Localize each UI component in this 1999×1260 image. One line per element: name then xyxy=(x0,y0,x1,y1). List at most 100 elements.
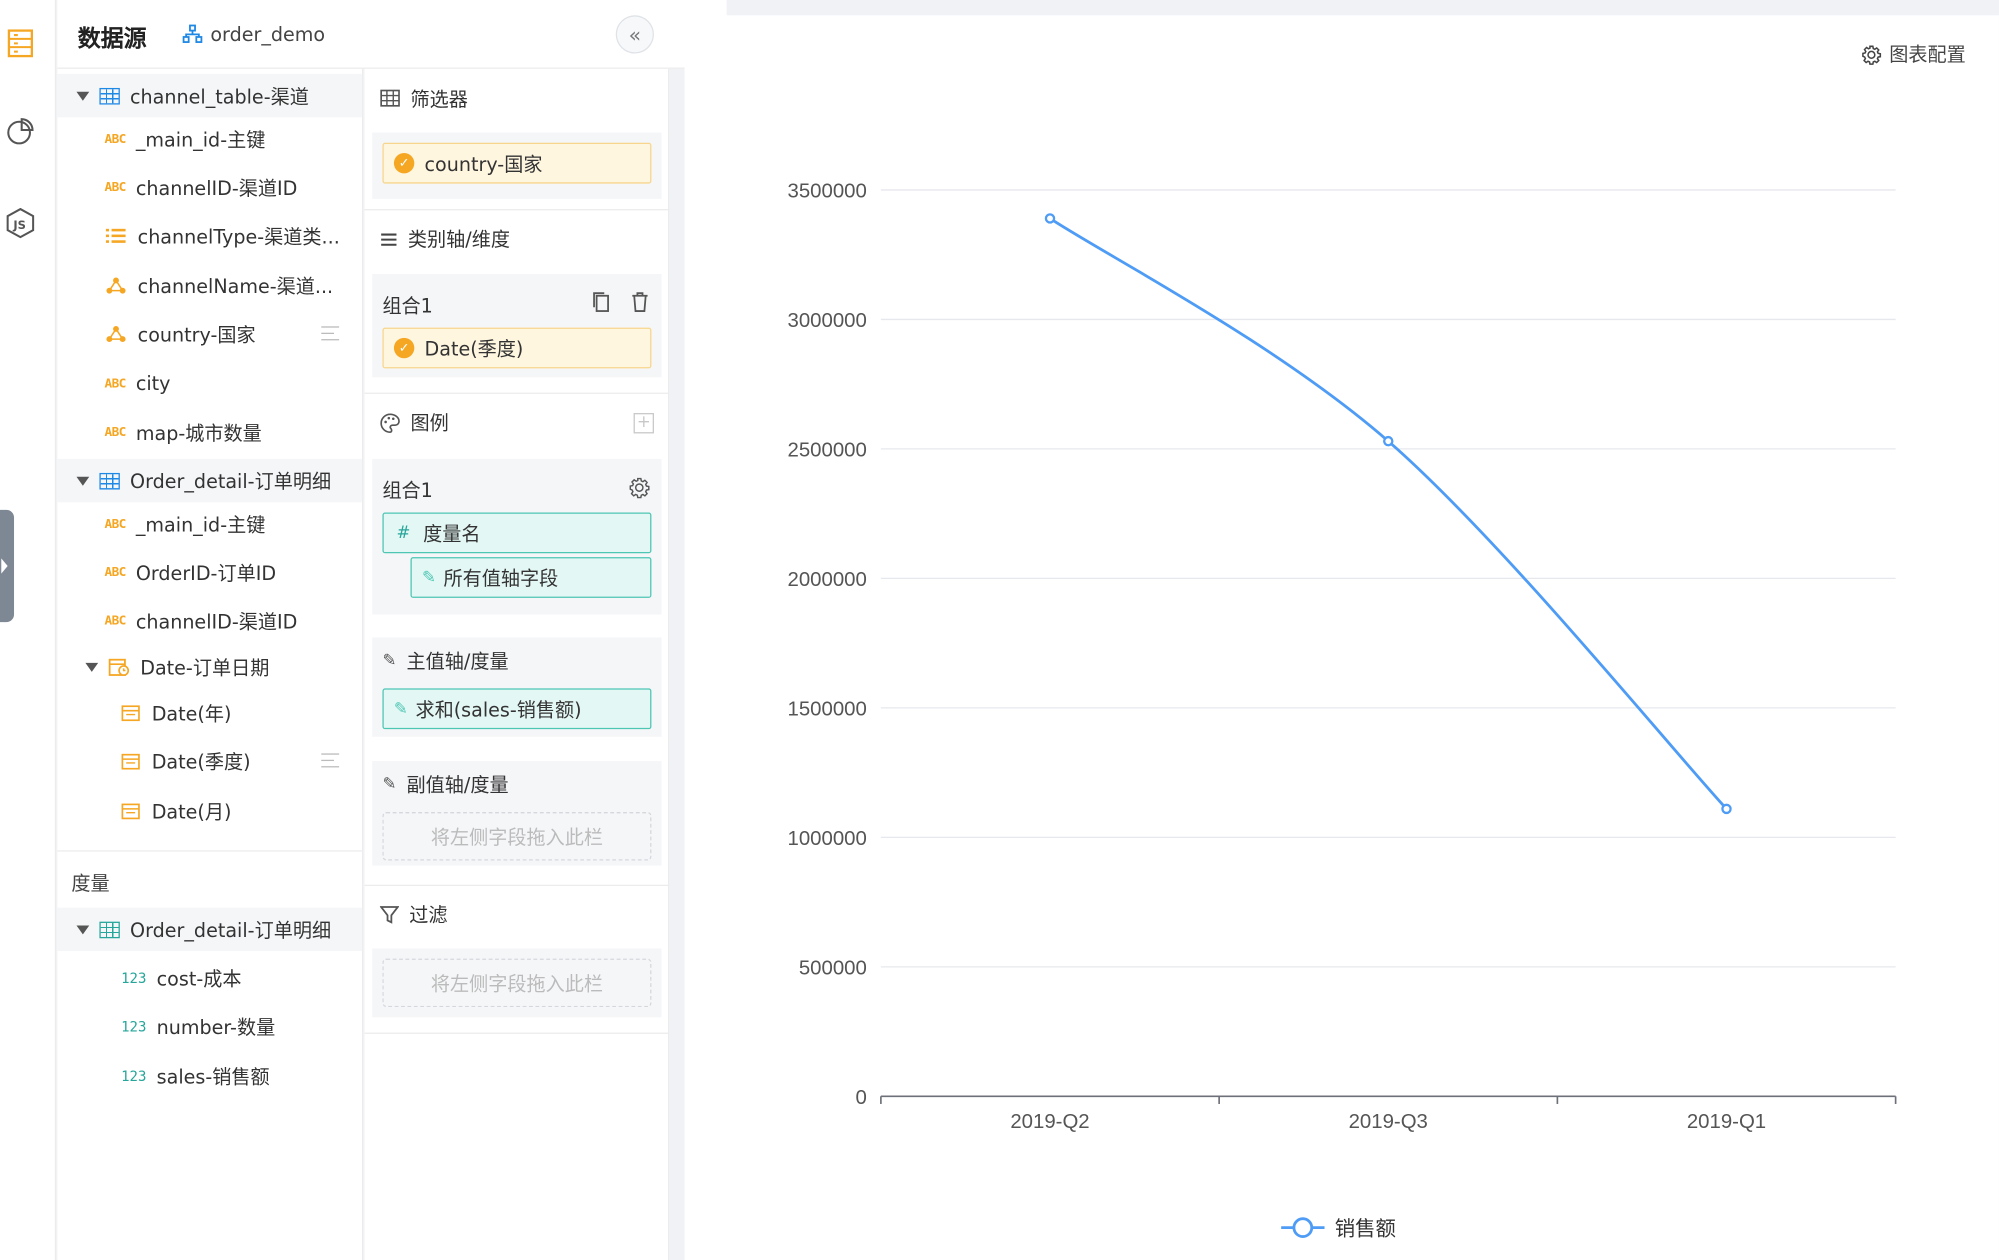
field-row[interactable]: ABC city xyxy=(57,362,362,405)
field-row[interactable]: ABC OrderID-订单ID xyxy=(57,551,362,594)
number-field-icon: 123 xyxy=(121,969,147,987)
calendar-clock-icon xyxy=(108,658,130,676)
pie-chart-icon[interactable] xyxy=(6,117,34,145)
hash-icon: # xyxy=(396,523,411,543)
date-group-row[interactable]: Date-订单日期 xyxy=(57,645,362,688)
legend-circle-marker xyxy=(1292,1217,1314,1238)
legend-group-label: 组合1 xyxy=(382,479,433,503)
gear-icon[interactable] xyxy=(628,477,650,499)
field-label: channel_table-渠道 xyxy=(130,84,309,108)
y-tick-label: 2500000 xyxy=(788,440,867,462)
text-field-icon: ABC xyxy=(104,425,127,440)
filter2-section-header: 过滤 xyxy=(364,884,670,944)
add-icon[interactable]: + xyxy=(633,413,654,434)
svg-text:JS: JS xyxy=(12,218,26,232)
calendar-icon xyxy=(121,705,140,722)
datasource-panel: 数据源 order_demo « channel_table-渠道 ABC _mai… xyxy=(57,0,727,1260)
category-group-label: 组合1 xyxy=(382,294,433,318)
filter-block: ✓ country-国家 xyxy=(372,132,662,199)
measure-field-row[interactable]: 123 cost-成本 xyxy=(57,956,362,999)
field-label: _main_id-主键 xyxy=(135,513,266,537)
copy-icon[interactable] xyxy=(593,292,611,312)
table-icon xyxy=(99,921,120,938)
category-chip[interactable]: ✓ Date(季度) xyxy=(382,327,652,369)
series-line-sales xyxy=(1049,217,1728,810)
category-title: 类别轴/维度 xyxy=(407,228,510,252)
field-row[interactable]: channelType-渠道类... xyxy=(57,214,362,257)
filter-chip-label: country-国家 xyxy=(424,152,543,176)
text-field-icon: ABC xyxy=(104,376,127,391)
field-label: channelName-渠道... xyxy=(137,274,334,298)
field-label: channelType-渠道类... xyxy=(137,225,340,248)
measure-field-row[interactable]: 123 sales-销售额 xyxy=(57,1054,362,1097)
main-axis-block: ✎ 主值轴/度量 ✎ 求和(sales-销售额) xyxy=(372,637,662,737)
caret-down-icon xyxy=(76,91,90,101)
caret-down-icon xyxy=(76,924,90,934)
field-label: map-城市数量 xyxy=(135,421,262,445)
hierarchy-field-icon xyxy=(106,325,126,343)
list-field-icon xyxy=(105,228,126,243)
field-row[interactable]: ABC channelID-渠道ID xyxy=(57,166,362,209)
date-field-row[interactable]: Date(月) xyxy=(57,789,362,832)
palette-icon xyxy=(380,412,400,433)
measure-field-icon: ✎ xyxy=(393,699,408,719)
text-field-icon: ABC xyxy=(104,565,127,580)
field-menu-icon[interactable] xyxy=(321,326,340,341)
text-field-icon: ABC xyxy=(104,613,127,628)
filter-chip[interactable]: ✓ country-国家 xyxy=(382,142,652,184)
main-axis-title: 主值轴/度量 xyxy=(406,650,509,674)
js-script-icon[interactable]: JS xyxy=(6,207,35,239)
config-panel: 筛选器 ✓ country-国家 类别轴/维度 组合1 ✓ Date(季度) 图… xyxy=(364,68,670,1260)
number-field-icon: 123 xyxy=(121,1017,147,1035)
legend-chip-all-values[interactable]: ✎ 所有值轴字段 xyxy=(410,557,652,598)
field-label: city xyxy=(135,372,171,396)
main-axis-chip[interactable]: ✎ 求和(sales-销售额) xyxy=(382,688,652,730)
legend-chip-measure-name[interactable]: # 度量名 xyxy=(382,512,652,554)
table-group-row[interactable]: channel_table-渠道 xyxy=(57,73,363,118)
sub-axis-block: ✎ 副值轴/度量 将左侧字段拖入此栏 xyxy=(372,761,662,866)
table-group-row[interactable]: Order_detail-订单明细 xyxy=(57,458,363,503)
database-selector[interactable]: order_demo xyxy=(182,23,325,46)
check-circle-icon: ✓ xyxy=(393,337,415,359)
field-row[interactable]: country-国家 xyxy=(57,312,362,355)
field-row[interactable]: ABC channelID-渠道ID xyxy=(57,599,362,642)
y-tick-label: 1500000 xyxy=(788,699,867,721)
field-row[interactable]: channelName-渠道... xyxy=(57,264,362,307)
datasource-icon[interactable] xyxy=(6,28,34,58)
filter2-block: 将左侧字段拖入此栏 xyxy=(372,948,662,1018)
text-field-icon: ABC xyxy=(104,180,127,195)
side-drawer-handle[interactable] xyxy=(0,509,15,623)
field-row[interactable]: ABC _main_id-主键 xyxy=(57,502,362,545)
category-chip-label: Date(季度) xyxy=(424,337,524,361)
check-circle-icon: ✓ xyxy=(393,152,415,174)
y-tick-label: 1000000 xyxy=(788,828,867,850)
filter-title: 筛选器 xyxy=(410,87,468,111)
field-label: Order_detail-订单明细 xyxy=(130,469,332,493)
field-label: Date-订单日期 xyxy=(140,655,270,679)
field-row[interactable]: ABC _main_id-主键 xyxy=(57,117,362,160)
measure-field-row[interactable]: 123 number-数量 xyxy=(57,1005,362,1048)
hierarchy-field-icon xyxy=(106,277,126,294)
y-tick-label: 2000000 xyxy=(788,569,867,591)
field-menu-icon[interactable] xyxy=(321,753,340,768)
field-row[interactable]: ABC map-城市数量 xyxy=(57,410,362,453)
caret-down-icon xyxy=(85,662,99,672)
x-tick-label: 2019-Q1 xyxy=(1687,1111,1766,1133)
date-field-row[interactable]: Date(年) xyxy=(57,691,362,734)
measure-table-row[interactable]: Order_detail-订单明细 xyxy=(57,907,363,952)
measure-table-label: Order_detail-订单明细 xyxy=(130,918,332,942)
sub-axis-title: 副值轴/度量 xyxy=(406,773,509,797)
legend-chip1-label: 度量名 xyxy=(423,522,481,545)
measure-field-icon: ✎ xyxy=(382,775,397,795)
tool-rail: JS xyxy=(0,0,57,1260)
text-field-icon: ABC xyxy=(104,131,127,146)
trash-icon[interactable] xyxy=(631,292,649,312)
date-field-row[interactable]: Date(季度) xyxy=(57,739,362,782)
sub-axis-dropzone[interactable]: 将左侧字段拖入此栏 xyxy=(382,812,652,861)
grid-icon xyxy=(380,89,400,107)
y-tick-label: 500000 xyxy=(799,957,867,979)
collapse-button[interactable]: « xyxy=(615,15,654,54)
field-label: country-国家 xyxy=(137,323,256,347)
filter2-dropzone[interactable]: 将左侧字段拖入此栏 xyxy=(382,958,652,1008)
measures-label: 度量 xyxy=(71,871,110,895)
